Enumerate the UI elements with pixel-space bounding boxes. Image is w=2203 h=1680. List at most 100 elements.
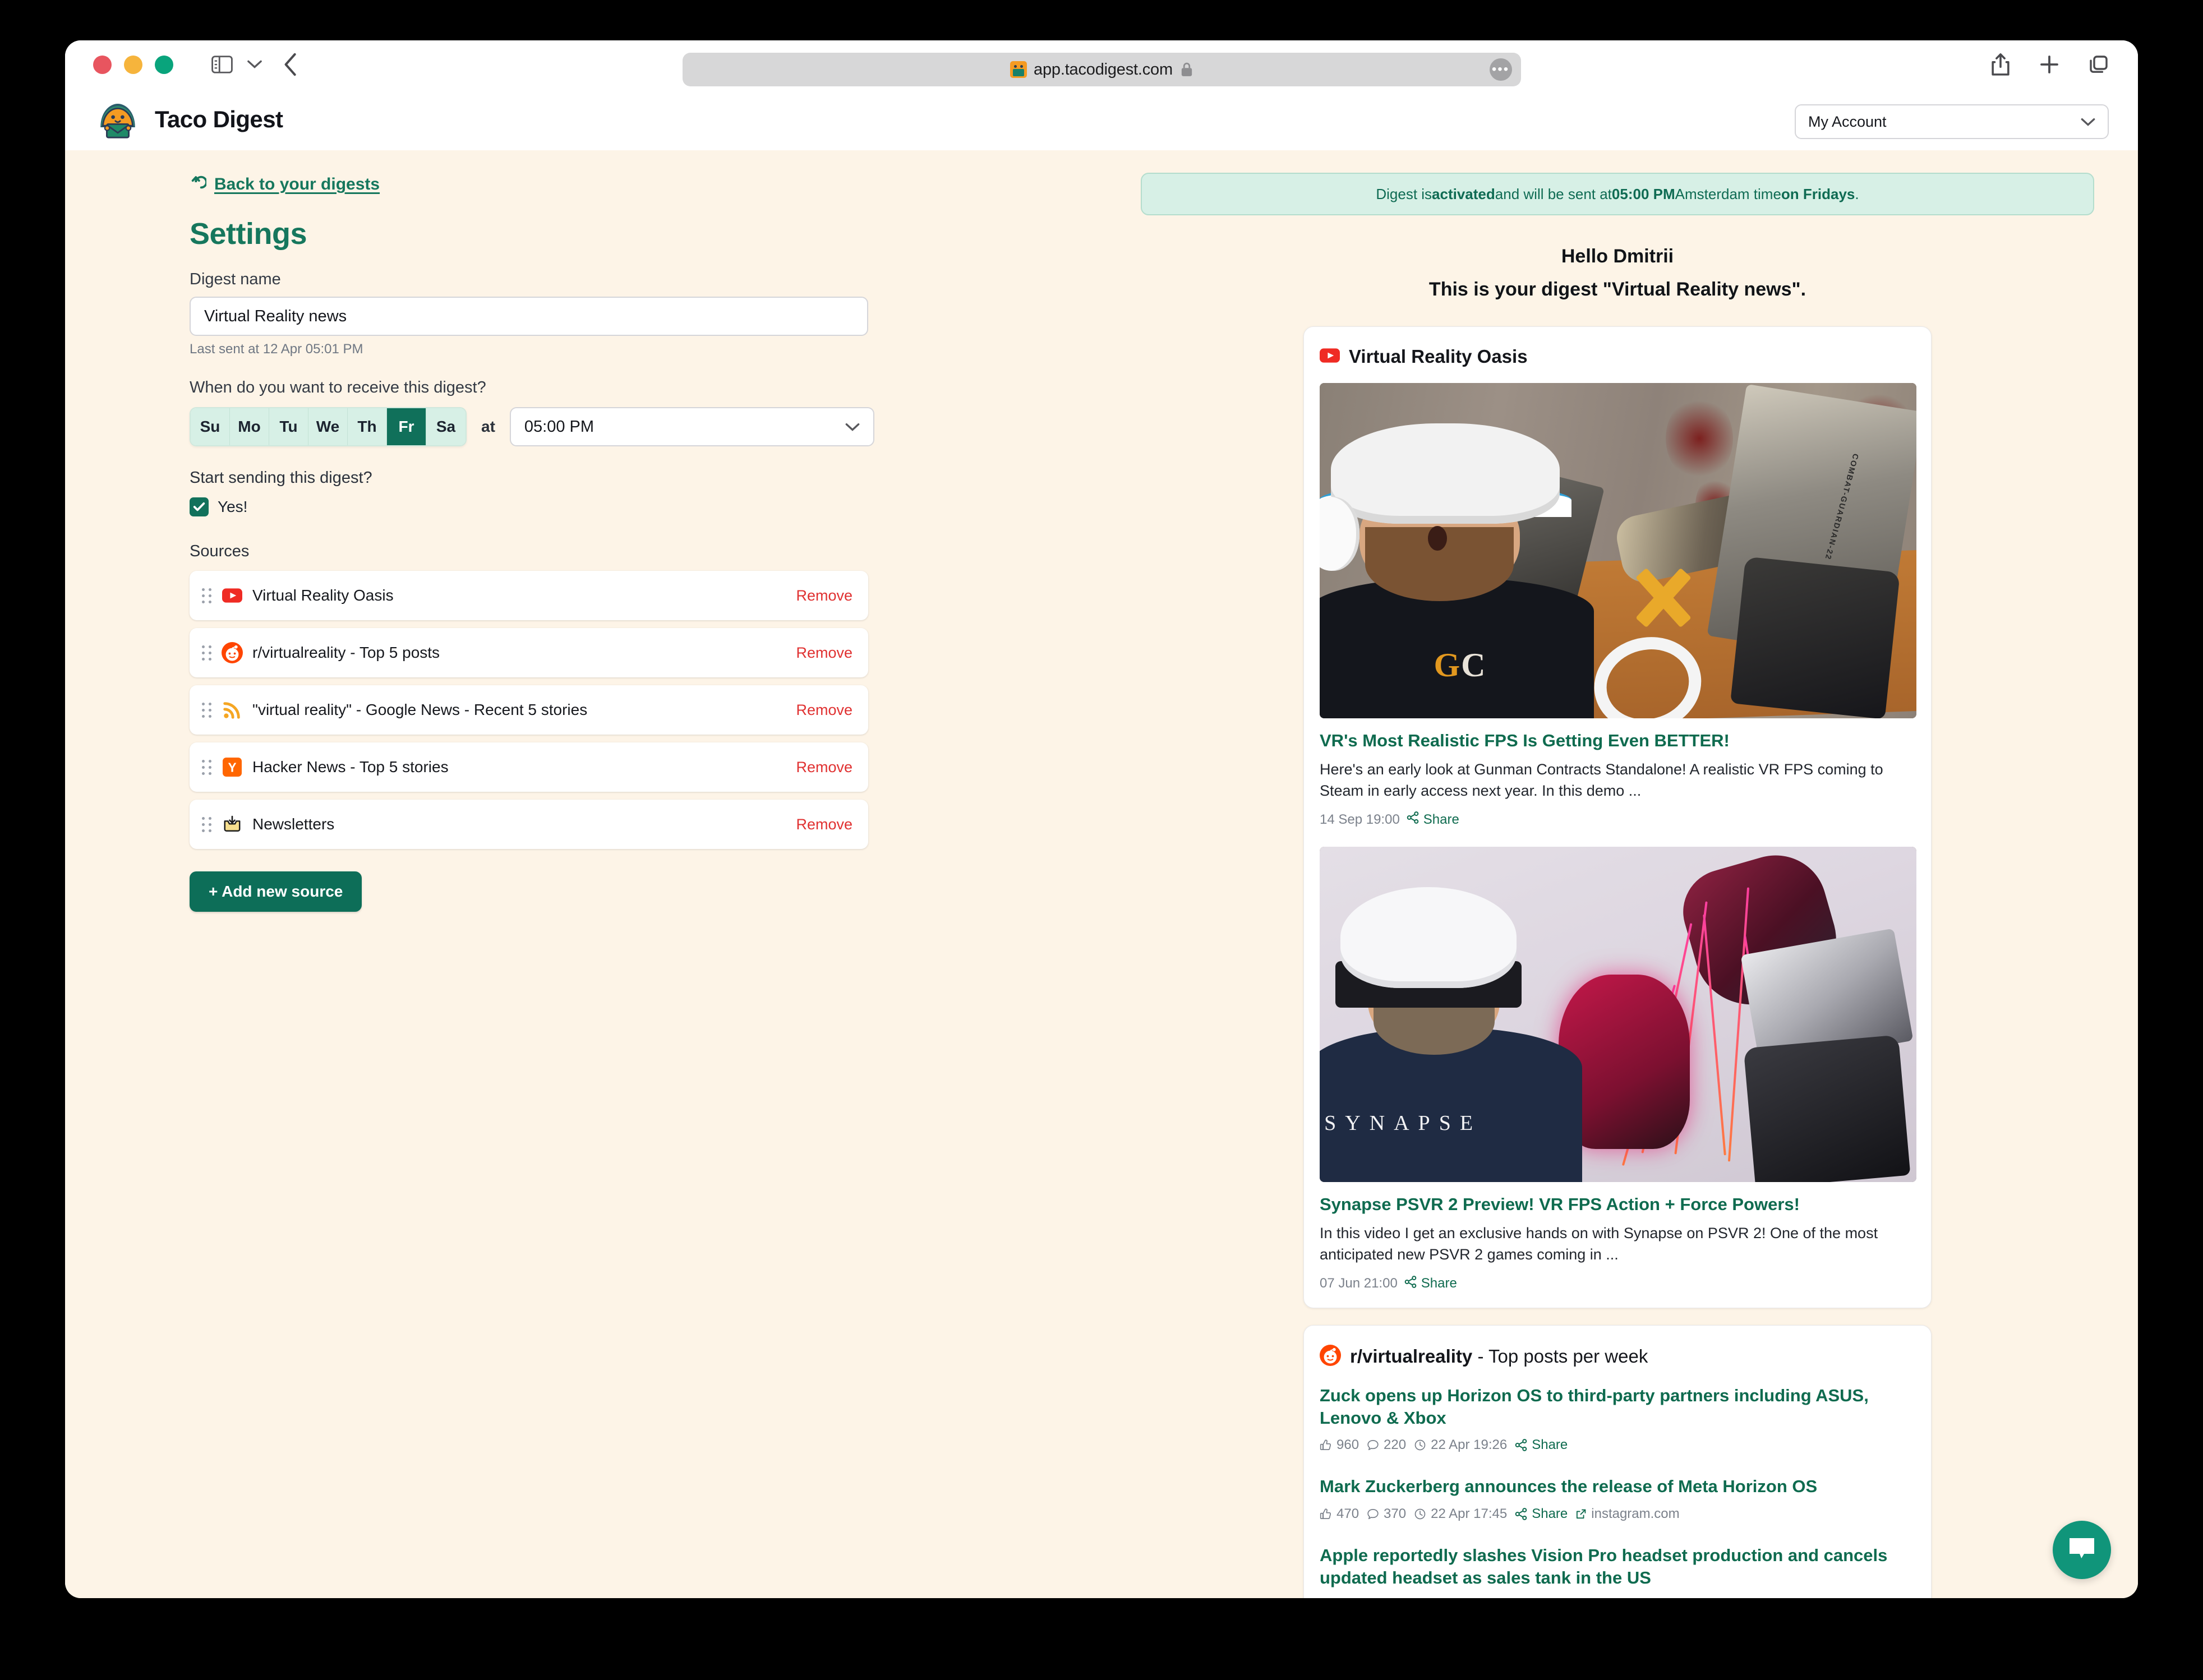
greeting-line-1: Hello Dmitrii bbox=[1561, 246, 1674, 267]
video-title[interactable]: Synapse PSVR 2 Preview! VR FPS Action + … bbox=[1320, 1193, 1915, 1216]
remove-source-button[interactable]: Remove bbox=[796, 759, 852, 776]
reddit-post[interactable]: Apple reportedly slashes Vision Pro head… bbox=[1320, 1544, 1915, 1590]
account-select-label: My Account bbox=[1808, 113, 1887, 130]
source-name: Newsletters bbox=[252, 815, 335, 833]
source-row[interactable]: r/virtualreality - Top 5 posts Remove bbox=[190, 628, 868, 677]
page-menu-button[interactable]: ••• bbox=[1489, 58, 1512, 81]
back-arrow-icon bbox=[190, 174, 208, 195]
share-button[interactable]: Share bbox=[1407, 811, 1459, 828]
greeting-line-2: This is your digest "Virtual Reality new… bbox=[1428, 279, 1806, 300]
video-item[interactable]: SYNAPSE Synapse PSVR 2 Preview! VR FPS A… bbox=[1320, 847, 1916, 1292]
share-icon bbox=[1404, 1275, 1417, 1292]
digest-name-value: Virtual Reality news bbox=[204, 307, 347, 325]
video-description: In this video I get an exclusive hands o… bbox=[1320, 1225, 1878, 1263]
url-text: app.tacodigest.com bbox=[1034, 60, 1173, 79]
subreddit-label: r/virtualreality bbox=[1350, 1346, 1473, 1367]
account-select[interactable]: My Account bbox=[1795, 104, 2109, 139]
maximize-window-button[interactable] bbox=[155, 55, 173, 74]
share-icon[interactable] bbox=[1991, 53, 2010, 76]
source-row[interactable]: Virtual Reality Oasis Remove bbox=[190, 571, 868, 620]
video-meta: 07 Jun 21:00 Share bbox=[1320, 1275, 1915, 1292]
day-button-su[interactable]: Su bbox=[191, 408, 230, 445]
start-sending-row[interactable]: Yes! bbox=[190, 497, 1097, 516]
new-tab-icon[interactable] bbox=[2039, 54, 2059, 75]
remove-source-button[interactable]: Remove bbox=[796, 816, 852, 833]
chat-bubble-icon bbox=[2067, 1536, 2096, 1564]
rss-icon bbox=[221, 699, 243, 721]
share-button[interactable]: Share bbox=[1515, 1506, 1568, 1522]
video-thumbnail[interactable]: SYNAPSE bbox=[1320, 847, 1916, 1183]
address-bar[interactable]: app.tacodigest.com ••• bbox=[682, 53, 1521, 86]
day-picker: Su Mo Tu We Th Fr Sa bbox=[190, 407, 467, 446]
video-description: Here's an early look at Gunman Contracts… bbox=[1320, 760, 1883, 799]
day-button-mo[interactable]: Mo bbox=[230, 408, 269, 445]
clock-icon bbox=[1414, 1508, 1426, 1520]
day-button-sa[interactable]: Sa bbox=[426, 408, 466, 445]
remove-source-button[interactable]: Remove bbox=[796, 701, 852, 719]
settings-panel: Back to your digests Settings Digest nam… bbox=[65, 150, 1097, 1598]
chat-widget-button[interactable] bbox=[2053, 1521, 2111, 1579]
share-label: Share bbox=[1421, 1276, 1457, 1291]
close-window-button[interactable] bbox=[93, 55, 112, 74]
video-thumbnail[interactable]: COMBAT-GUARDIAN-22 GC bbox=[1320, 383, 1916, 718]
share-icon bbox=[1407, 811, 1419, 828]
share-label: Share bbox=[1532, 1506, 1568, 1521]
day-button-we[interactable]: We bbox=[308, 408, 348, 445]
chevron-down-icon[interactable] bbox=[247, 59, 262, 70]
drag-handle-icon[interactable] bbox=[202, 645, 212, 661]
page-title: Settings bbox=[190, 217, 307, 251]
brand[interactable]: Taco Digest bbox=[94, 96, 283, 143]
time-select[interactable]: 05:00 PM bbox=[509, 407, 874, 446]
drag-handle-icon[interactable] bbox=[202, 759, 212, 775]
at-label: at bbox=[481, 418, 495, 435]
svg-text:Y: Y bbox=[228, 760, 236, 774]
reddit-post[interactable]: Mark Zuckerberg announces the release of… bbox=[1320, 1475, 1915, 1521]
video-date: 14 Sep 19:00 bbox=[1320, 811, 1400, 827]
browser-back-button[interactable] bbox=[283, 53, 298, 76]
start-sending-checkbox[interactable] bbox=[190, 497, 209, 516]
digest-name-input[interactable]: Virtual Reality news bbox=[190, 297, 868, 336]
video-item[interactable]: COMBAT-GUARDIAN-22 GC VR's Most Realisti… bbox=[1320, 383, 1916, 828]
reddit-icon bbox=[1320, 1344, 1341, 1369]
day-button-fr[interactable]: Fr bbox=[387, 408, 426, 445]
banner-time: 05:00 PM bbox=[1611, 185, 1675, 202]
source-row[interactable]: Y Hacker News - Top 5 stories Remove bbox=[190, 742, 868, 792]
banner-timezone: Amsterdam time bbox=[1675, 185, 1781, 202]
source-row[interactable]: Newsletters Remove bbox=[190, 800, 868, 849]
back-to-digests-link[interactable]: Back to your digests bbox=[190, 174, 1097, 195]
reddit-post[interactable]: Zuck opens up Horizon OS to third-party … bbox=[1320, 1384, 1915, 1453]
video-title[interactable]: VR's Most Realistic FPS Is Getting Even … bbox=[1320, 730, 1915, 752]
banner-prefix: Digest is bbox=[1376, 185, 1432, 202]
hackernews-icon: Y bbox=[221, 756, 243, 778]
post-meta: 470 370 22 Apr 17:45 Share instagram.com bbox=[1320, 1506, 1915, 1522]
post-title[interactable]: Apple reportedly slashes Vision Pro head… bbox=[1320, 1544, 1915, 1590]
banner-mid: and will be sent at bbox=[1495, 185, 1612, 202]
status-banner: Digest is activated and will be sent at … bbox=[1141, 173, 2094, 215]
add-new-source-button[interactable]: + Add new source bbox=[190, 871, 362, 912]
sidebar-toggle-icon[interactable] bbox=[211, 56, 233, 73]
tab-overview-icon[interactable] bbox=[2089, 54, 2109, 75]
window-traffic-lights bbox=[93, 55, 173, 74]
day-button-th[interactable]: Th bbox=[348, 408, 387, 445]
video-meta: 14 Sep 19:00 Share bbox=[1320, 811, 1915, 828]
remove-source-button[interactable]: Remove bbox=[796, 644, 852, 662]
post-title[interactable]: Mark Zuckerberg announces the release of… bbox=[1320, 1475, 1915, 1498]
start-sending-label: Start sending this digest? bbox=[190, 469, 372, 487]
share-button[interactable]: Share bbox=[1515, 1437, 1568, 1453]
drag-handle-icon[interactable] bbox=[202, 702, 212, 718]
clock-icon bbox=[1414, 1439, 1426, 1451]
comments: 220 bbox=[1367, 1437, 1406, 1453]
brand-name: Taco Digest bbox=[155, 106, 283, 132]
source-row[interactable]: "virtual reality" - Google News - Recent… bbox=[190, 685, 868, 735]
remove-source-button[interactable]: Remove bbox=[796, 587, 852, 604]
upvotes-count: 960 bbox=[1336, 1437, 1359, 1453]
minimize-window-button[interactable] bbox=[124, 55, 142, 74]
comments-count: 220 bbox=[1384, 1437, 1407, 1453]
share-button[interactable]: Share bbox=[1404, 1275, 1457, 1292]
day-button-tu[interactable]: Tu bbox=[269, 408, 308, 445]
source-domain-link[interactable]: instagram.com bbox=[1575, 1506, 1680, 1522]
post-title[interactable]: Zuck opens up Horizon OS to third-party … bbox=[1320, 1384, 1915, 1430]
video-date: 07 Jun 21:00 bbox=[1320, 1276, 1398, 1291]
drag-handle-icon[interactable] bbox=[202, 816, 212, 832]
drag-handle-icon[interactable] bbox=[202, 588, 212, 603]
